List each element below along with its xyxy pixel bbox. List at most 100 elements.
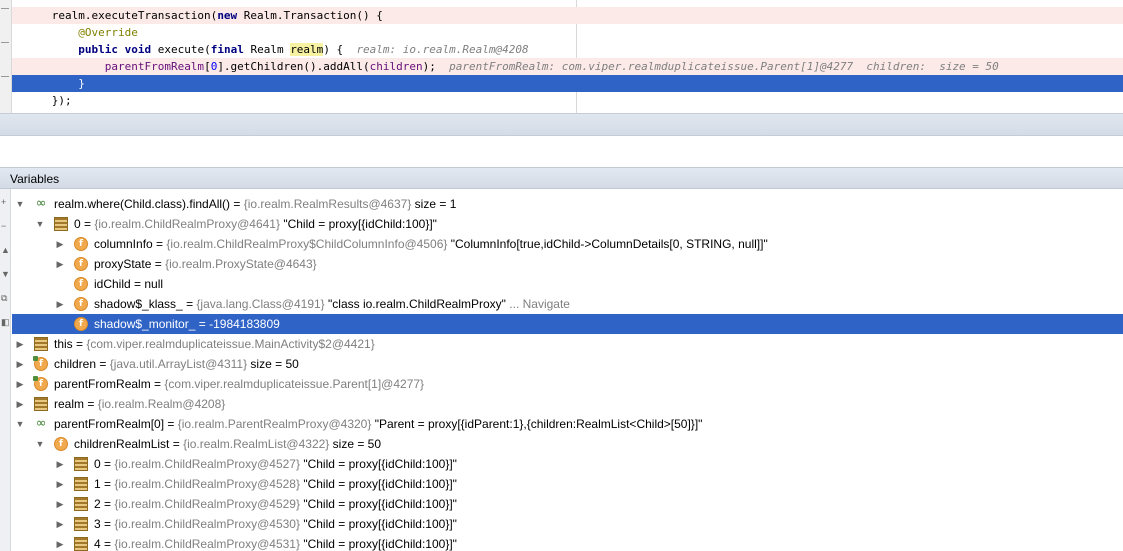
variable-name: 2 xyxy=(94,497,101,511)
variable-name: children xyxy=(54,357,97,371)
expand-arrow-icon[interactable]: ▶ xyxy=(54,454,66,474)
move-down-icon[interactable]: ▼ xyxy=(1,269,10,279)
code-line[interactable]: @Override xyxy=(12,24,1123,41)
variable-value: size = 50 xyxy=(247,357,299,371)
variable-row[interactable]: ▼ f childrenRealmList = {io.realm.RealmLis… xyxy=(12,434,1123,454)
equals-sign: = xyxy=(130,277,145,291)
field-icon: f xyxy=(54,437,68,451)
code-token: realm xyxy=(290,43,324,56)
expand-arrow-icon[interactable]: ▶ xyxy=(54,234,66,254)
variable-text: 0 = {io.realm.ChildRealmProxy@4527} "Chi… xyxy=(94,454,457,474)
variables-panel-header: Variables xyxy=(0,167,1123,189)
variables-tree[interactable]: ▼ ∞ realm.where(Child.class).findAll() = {… xyxy=(12,194,1123,551)
code-token: ) { xyxy=(323,43,357,56)
variable-name: realm.where(Child.class).findAll() xyxy=(54,197,231,211)
variable-row[interactable]: ▶ 1 = {io.realm.ChildRealmProxy@4528} "Ch… xyxy=(12,474,1123,494)
expand-arrow-icon[interactable]: ▶ xyxy=(14,354,26,374)
variable-row[interactable]: ▶ 2 = {io.realm.ChildRealmProxy@4529} "Ch… xyxy=(12,494,1123,514)
variable-row[interactable]: ▼ ∞ realm.where(Child.class).findAll() = {… xyxy=(12,194,1123,214)
variable-row[interactable]: ▶ realm = {io.realm.Realm@4208} xyxy=(12,394,1123,414)
equals-sign: = xyxy=(182,297,197,311)
variable-reference: {io.realm.ProxyState@4643} xyxy=(165,257,317,271)
variable-value: "Child = proxy[{idChild:100}]" xyxy=(299,517,457,531)
expand-arrow-icon[interactable]: ▶ xyxy=(14,374,26,394)
variable-text: 2 = {io.realm.ChildRealmProxy@4529} "Chi… xyxy=(94,494,457,514)
variable-row[interactable]: f idChild = null xyxy=(12,274,1123,294)
collapse-arrow-icon[interactable]: ▼ xyxy=(34,434,46,454)
code-editor[interactable]: realm.executeTransaction(new Realm.Trans… xyxy=(0,0,1123,113)
code-token: children xyxy=(369,60,423,73)
variable-reference: {io.realm.ChildRealmProxy@4527} xyxy=(114,457,300,471)
variable-row[interactable]: ▶ f proxyState = {io.realm.ProxyState@4643… xyxy=(12,254,1123,274)
variables-panel-title: Variables xyxy=(10,172,60,186)
variable-row[interactable]: ▶ f shadow$_klass_ = {java.lang.Class@4191… xyxy=(12,294,1123,314)
variable-row[interactable]: ▶ f children = {java.util.ArrayList@4311} … xyxy=(12,354,1123,374)
variable-reference: {io.realm.ChildRealmProxy@4528} xyxy=(114,477,300,491)
variable-icon xyxy=(74,537,88,551)
variable-value: "Child = proxy[{idChild:100}]" xyxy=(299,537,457,551)
variable-icon xyxy=(34,337,48,351)
variable-icon xyxy=(74,457,88,471)
variable-text: parentFromRealm = {com.viper.realmduplic… xyxy=(54,374,424,394)
code-token: }); xyxy=(12,94,72,107)
variable-text: 1 = {io.realm.ChildRealmProxy@4528} "Chi… xyxy=(94,474,457,494)
variable-text: 0 = {io.realm.ChildRealmProxy@4641} "Chi… xyxy=(74,214,437,234)
variable-row[interactable]: ▼ ∞ parentFromRealm[0] = {io.realm.ParentR… xyxy=(12,414,1123,434)
variable-name: shadow$_klass_ xyxy=(94,297,183,311)
variable-value: "Child = proxy[{idChild:100}]" xyxy=(299,457,457,471)
remove-watch-icon[interactable]: − xyxy=(1,221,9,231)
move-up-icon[interactable]: ▲ xyxy=(1,245,10,255)
copy-icon[interactable]: ⧉ xyxy=(1,293,9,303)
variable-row[interactable]: ▶ this = {com.viper.realmduplicateissue.M… xyxy=(12,334,1123,354)
gutter-marker xyxy=(1,42,9,43)
navigate-link[interactable]: ... Navigate xyxy=(506,297,570,311)
variable-row[interactable]: ▶ 0 = {io.realm.ChildRealmProxy@4527} "Ch… xyxy=(12,454,1123,474)
variable-row[interactable]: ▶ f columnInfo = {io.realm.ChildRealmProxy… xyxy=(12,234,1123,254)
gutter-marker xyxy=(1,76,9,77)
collapse-arrow-icon[interactable]: ▼ xyxy=(34,214,46,234)
new-watch-icon[interactable]: + xyxy=(1,197,9,207)
equals-sign: = xyxy=(100,517,115,531)
variable-text: realm.where(Child.class).findAll() = {io… xyxy=(54,194,456,214)
expand-arrow-icon[interactable]: ▶ xyxy=(54,514,66,534)
code-line[interactable]: }); xyxy=(12,92,1123,109)
expand-arrow-icon[interactable]: ▶ xyxy=(54,254,66,274)
equals-sign: = xyxy=(72,337,87,351)
toggle-icon[interactable]: ◧ xyxy=(1,317,10,327)
variable-row[interactable]: f shadow$_monitor_ = -1984183809 xyxy=(12,314,1123,334)
expand-arrow-icon[interactable]: ▶ xyxy=(54,294,66,314)
equals-sign: = xyxy=(100,477,115,491)
code-token: Realm xyxy=(243,43,291,56)
variable-row[interactable]: ▶ 4 = {io.realm.ChildRealmProxy@4531} "Ch… xyxy=(12,534,1123,551)
variable-row[interactable]: ▼ 0 = {io.realm.ChildRealmProxy@4641} "Ch… xyxy=(12,214,1123,234)
expand-arrow-icon[interactable]: ▶ xyxy=(54,494,66,514)
leaf-spacer xyxy=(54,314,66,334)
variable-name: 0 xyxy=(94,457,101,471)
variable-row[interactable]: ▶ f parentFromRealm = {com.viper.realmdupl… xyxy=(12,374,1123,394)
variable-reference: {io.realm.Realm@4208} xyxy=(97,397,226,411)
code-line[interactable]: parentFromRealm[0].getChildren().addAll(… xyxy=(12,58,1123,75)
editor-gutter[interactable] xyxy=(0,0,12,113)
variable-icon xyxy=(34,397,48,411)
collapse-arrow-icon[interactable]: ▼ xyxy=(14,414,26,434)
panel-splitter[interactable] xyxy=(0,113,1123,136)
variable-row[interactable]: ▶ 3 = {io.realm.ChildRealmProxy@4530} "Ch… xyxy=(12,514,1123,534)
code-token: final xyxy=(210,43,244,56)
expand-arrow-icon[interactable]: ▶ xyxy=(54,474,66,494)
expand-arrow-icon[interactable]: ▶ xyxy=(14,334,26,354)
collapse-arrow-icon[interactable]: ▼ xyxy=(14,194,26,214)
watch-icon: ∞ xyxy=(35,416,47,431)
code-line[interactable]: realm.executeTransaction(new Realm.Trans… xyxy=(12,7,1123,24)
variable-value: "ColumnInfo[true,idChild->ColumnDetails[… xyxy=(447,237,768,251)
execution-point-line[interactable]: } xyxy=(12,75,1123,92)
variable-text: children = {java.util.ArrayList@4311} si… xyxy=(54,354,299,374)
code-line[interactable]: public void execute(final Realm realm) {… xyxy=(12,41,1123,58)
variable-text: 4 = {io.realm.ChildRealmProxy@4531} "Chi… xyxy=(94,534,457,551)
field-icon: f xyxy=(74,317,88,331)
watch-icon: ∞ xyxy=(35,196,47,211)
variable-reference: {io.realm.ChildRealmProxy@4529} xyxy=(114,497,300,511)
variable-icon xyxy=(74,497,88,511)
expand-arrow-icon[interactable]: ▶ xyxy=(14,394,26,414)
inline-debug-value: parentFromRealm: com.viper.realmduplicat… xyxy=(449,60,999,73)
expand-arrow-icon[interactable]: ▶ xyxy=(54,534,66,551)
